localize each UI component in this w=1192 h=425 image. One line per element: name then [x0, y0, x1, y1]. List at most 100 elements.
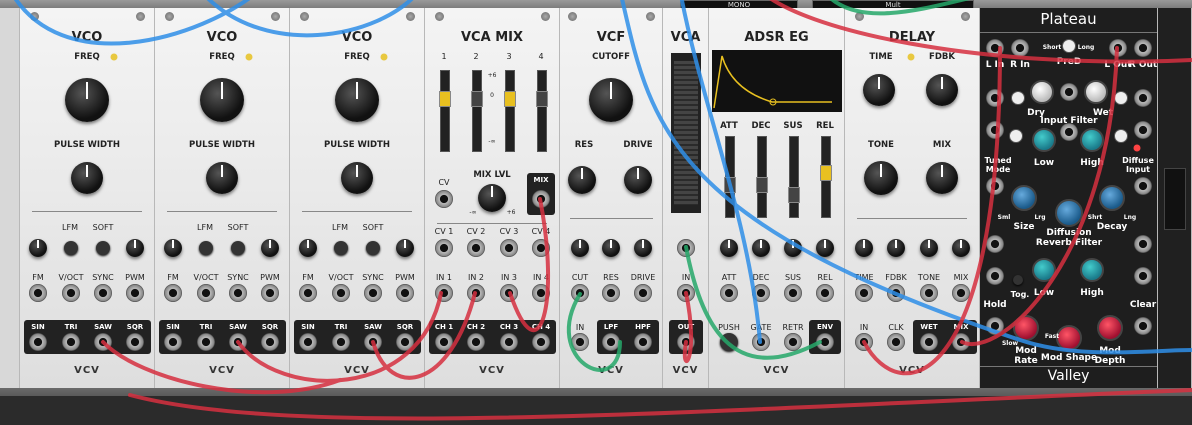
- mix-cv-knob[interactable]: [952, 239, 970, 257]
- push-button[interactable]: [720, 333, 738, 351]
- in-input-jack[interactable]: [677, 284, 695, 302]
- fm-knob[interactable]: [29, 239, 47, 257]
- left-output-jack[interactable]: [1109, 39, 1127, 57]
- predelay-knob[interactable]: [1062, 39, 1076, 53]
- tone-knob[interactable]: [864, 161, 898, 195]
- ch3-output-jack[interactable]: [500, 333, 518, 351]
- pwm-knob[interactable]: [126, 239, 144, 257]
- dry-knob[interactable]: [1030, 80, 1054, 104]
- ch1-output-jack[interactable]: [435, 333, 453, 351]
- drive-knob[interactable]: [624, 166, 652, 194]
- in3-input-jack[interactable]: [500, 284, 518, 302]
- time-cv-knob[interactable]: [855, 239, 873, 257]
- fm-input-jack[interactable]: [299, 284, 317, 302]
- fader-handle[interactable]: [471, 91, 483, 107]
- wet-output-jack[interactable]: [920, 333, 938, 351]
- tri-output-jack[interactable]: [197, 333, 215, 351]
- lfm-button[interactable]: [334, 241, 348, 255]
- cut-cv-input-jack[interactable]: [571, 284, 589, 302]
- input-high-knob[interactable]: [1080, 128, 1104, 152]
- env-output-jack[interactable]: [816, 333, 834, 351]
- decay-cv-jack[interactable]: [1134, 177, 1152, 195]
- fm-knob[interactable]: [164, 239, 182, 257]
- soft-button[interactable]: [366, 241, 380, 255]
- drive-cv-input-jack[interactable]: [634, 284, 652, 302]
- fader-handle[interactable]: [724, 177, 736, 193]
- freq-knob[interactable]: [65, 78, 109, 122]
- tone-cv-input-jack[interactable]: [920, 284, 938, 302]
- sus-cv-input-jack[interactable]: [784, 284, 802, 302]
- mod-shape-knob[interactable]: [1056, 325, 1082, 351]
- freq-knob[interactable]: [335, 78, 379, 122]
- sync-input-jack[interactable]: [364, 284, 382, 302]
- fader-handle[interactable]: [504, 91, 516, 107]
- sin-output-jack[interactable]: [164, 333, 182, 351]
- clk-input-jack[interactable]: [887, 333, 905, 351]
- cut-cv-knob[interactable]: [571, 239, 589, 257]
- reverb-high-knob[interactable]: [1080, 258, 1104, 282]
- reverb-low-knob[interactable]: [1032, 258, 1056, 282]
- cv4-input-jack[interactable]: [532, 239, 550, 257]
- right-input-jack[interactable]: [1011, 39, 1029, 57]
- voct-input-jack[interactable]: [62, 284, 80, 302]
- saw-output-jack[interactable]: [229, 333, 247, 351]
- sync-input-jack[interactable]: [229, 284, 247, 302]
- dec-cv-input-jack[interactable]: [752, 284, 770, 302]
- mix-knob[interactable]: [926, 162, 958, 194]
- mod-depth-cv-jack[interactable]: [1134, 317, 1152, 335]
- cv2-input-jack[interactable]: [467, 239, 485, 257]
- pwm-input-jack[interactable]: [396, 284, 414, 302]
- cv1-input-jack[interactable]: [435, 239, 453, 257]
- hpf-output-jack[interactable]: [634, 333, 652, 351]
- saw-output-jack[interactable]: [364, 333, 382, 351]
- rel-fader[interactable]: [820, 136, 832, 218]
- out-output-jack[interactable]: [677, 333, 695, 351]
- channel-3-fader[interactable]: [504, 70, 516, 152]
- fdbk-knob[interactable]: [926, 74, 958, 106]
- sus-cv-knob[interactable]: [784, 239, 802, 257]
- att-cv-input-jack[interactable]: [720, 284, 738, 302]
- size-cv-jack[interactable]: [986, 177, 1004, 195]
- mix-level-knob[interactable]: [478, 184, 506, 212]
- mix-output-jack[interactable]: [952, 333, 970, 351]
- sqr-output-jack[interactable]: [261, 333, 279, 351]
- pulse-width-knob[interactable]: [341, 162, 373, 194]
- fdbk-cv-knob[interactable]: [887, 239, 905, 257]
- hold-cv-jack[interactable]: [986, 267, 1004, 285]
- fader-handle[interactable]: [536, 91, 548, 107]
- fader-handle[interactable]: [788, 187, 800, 203]
- pwm-knob[interactable]: [396, 239, 414, 257]
- left-input-jack[interactable]: [986, 39, 1004, 57]
- fm-input-jack[interactable]: [164, 284, 182, 302]
- time-cv-input-jack[interactable]: [855, 284, 873, 302]
- drive-cv-knob[interactable]: [634, 239, 652, 257]
- dec-fader[interactable]: [756, 136, 768, 218]
- voct-input-jack[interactable]: [197, 284, 215, 302]
- sin-output-jack[interactable]: [299, 333, 317, 351]
- res-knob[interactable]: [568, 166, 596, 194]
- mix-cv-input-jack[interactable]: [952, 284, 970, 302]
- channel-2-fader[interactable]: [471, 70, 483, 152]
- wet-attenuverter[interactable]: [1114, 91, 1128, 105]
- wet-knob[interactable]: [1084, 80, 1108, 104]
- mod-rate-knob[interactable]: [1013, 315, 1039, 341]
- sus-fader[interactable]: [788, 136, 800, 218]
- fdbk-cv-input-jack[interactable]: [887, 284, 905, 302]
- cv-input-jack[interactable]: [677, 239, 695, 257]
- cutoff-knob[interactable]: [589, 78, 633, 122]
- decay-knob[interactable]: [1099, 185, 1125, 211]
- lpf-output-jack[interactable]: [602, 333, 620, 351]
- lfm-button[interactable]: [64, 241, 78, 255]
- in-input-jack[interactable]: [571, 333, 589, 351]
- mod-rate-cv-jack[interactable]: [986, 317, 1004, 335]
- pre-delay-cv-jack[interactable]: [1060, 83, 1078, 101]
- tog-button[interactable]: [1013, 275, 1023, 285]
- rel-cv-input-jack[interactable]: [816, 284, 834, 302]
- sqr-output-jack[interactable]: [126, 333, 144, 351]
- reverb-high-cv-jack[interactable]: [1134, 235, 1152, 253]
- sin-output-jack[interactable]: [29, 333, 47, 351]
- retr-input-jack[interactable]: [784, 333, 802, 351]
- in-input-jack[interactable]: [855, 333, 873, 351]
- input-filter-cv-jack[interactable]: [1060, 123, 1078, 141]
- rel-cv-knob[interactable]: [816, 239, 834, 257]
